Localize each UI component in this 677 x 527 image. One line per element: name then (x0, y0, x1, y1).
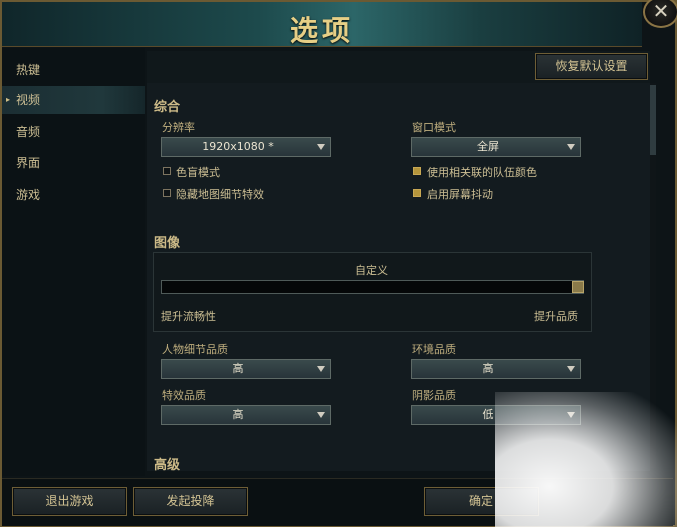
surrender-button[interactable]: 发起投降 (133, 487, 248, 516)
resolution-dropdown[interactable]: 1920x1080 * (161, 137, 331, 157)
shadow-quality-dropdown[interactable]: 低 (411, 405, 581, 425)
sidebar-item-label: 热键 (16, 63, 41, 77)
restore-defaults-button[interactable]: 恢复默认设置 (535, 53, 648, 80)
shadow-quality-label: 阴影品质 (412, 389, 456, 402)
section-title-general: 综合 (154, 100, 181, 115)
chevron-down-icon (567, 144, 575, 150)
quality-slider[interactable] (161, 280, 584, 294)
environment-quality-value: 高 (482, 362, 494, 375)
window-title: 选项 (289, 14, 354, 47)
sidebar: 热键 ▸ 视频 音频 界面 游戏 (2, 48, 145, 476)
title-bar: 选项 (2, 2, 642, 47)
screen-shake-label: 启用屏幕抖动 (427, 188, 493, 201)
team-colors-label: 使用相关联的队伍颜色 (427, 166, 537, 179)
effects-quality-dropdown[interactable]: 高 (161, 405, 331, 425)
active-indicator-icon: ▸ (6, 95, 11, 104)
team-colors-checkbox[interactable] (413, 167, 421, 175)
section-title-graphics: 图像 (154, 236, 181, 251)
colorblind-checkbox[interactable] (163, 167, 171, 175)
screen-shake-checkbox[interactable] (413, 189, 421, 197)
environment-quality-dropdown[interactable]: 高 (411, 359, 581, 379)
resolution-value: 1920x1080 * (202, 140, 274, 153)
sidebar-item-video[interactable]: ▸ 视频 (2, 86, 145, 114)
chevron-down-icon (567, 412, 575, 418)
sidebar-item-audio[interactable]: 音频 (2, 118, 145, 146)
sidebar-item-label: 游戏 (16, 188, 41, 202)
sidebar-item-hotkeys[interactable]: 热键 (2, 56, 145, 84)
sidebar-item-label: 视频 (16, 93, 41, 107)
close-icon[interactable]: ✕ (643, 0, 677, 28)
quality-slider-handle[interactable] (572, 281, 584, 293)
chevron-down-icon (317, 366, 325, 372)
character-quality-label: 人物细节品质 (162, 343, 228, 356)
sidebar-item-label: 音频 (16, 125, 41, 139)
effects-quality-label: 特效品质 (162, 389, 206, 402)
shadow-quality-value: 低 (482, 408, 494, 421)
sidebar-item-label: 界面 (16, 156, 41, 170)
hide-map-effects-label: 隐藏地图细节特效 (176, 188, 264, 201)
window-mode-label: 窗口模式 (412, 121, 456, 134)
hide-map-effects-checkbox[interactable] (163, 189, 171, 197)
chevron-down-icon (567, 366, 575, 372)
character-quality-dropdown[interactable]: 高 (161, 359, 331, 379)
colorblind-label: 色盲模式 (176, 166, 220, 179)
preset-label: 自定义 (355, 264, 388, 277)
exit-game-button[interactable]: 退出游戏 (12, 487, 127, 516)
sidebar-item-game[interactable]: 游戏 (2, 181, 145, 209)
chevron-down-icon (317, 412, 325, 418)
scrollbar-thumb[interactable] (650, 85, 656, 155)
confirm-button[interactable]: 确定 (424, 487, 539, 516)
section-title-advanced: 高级 (154, 458, 181, 473)
quality-hint: 提升品质 (534, 310, 578, 323)
sidebar-item-interface[interactable]: 界面 (2, 149, 145, 177)
smoothness-hint: 提升流畅性 (161, 310, 216, 323)
window-mode-value: 全屏 (477, 140, 499, 153)
resolution-label: 分辨率 (162, 121, 195, 134)
window-mode-dropdown[interactable]: 全屏 (411, 137, 581, 157)
chevron-down-icon (317, 144, 325, 150)
environment-quality-label: 环境品质 (412, 343, 456, 356)
character-quality-value: 高 (232, 362, 244, 375)
effects-quality-value: 高 (232, 408, 244, 421)
